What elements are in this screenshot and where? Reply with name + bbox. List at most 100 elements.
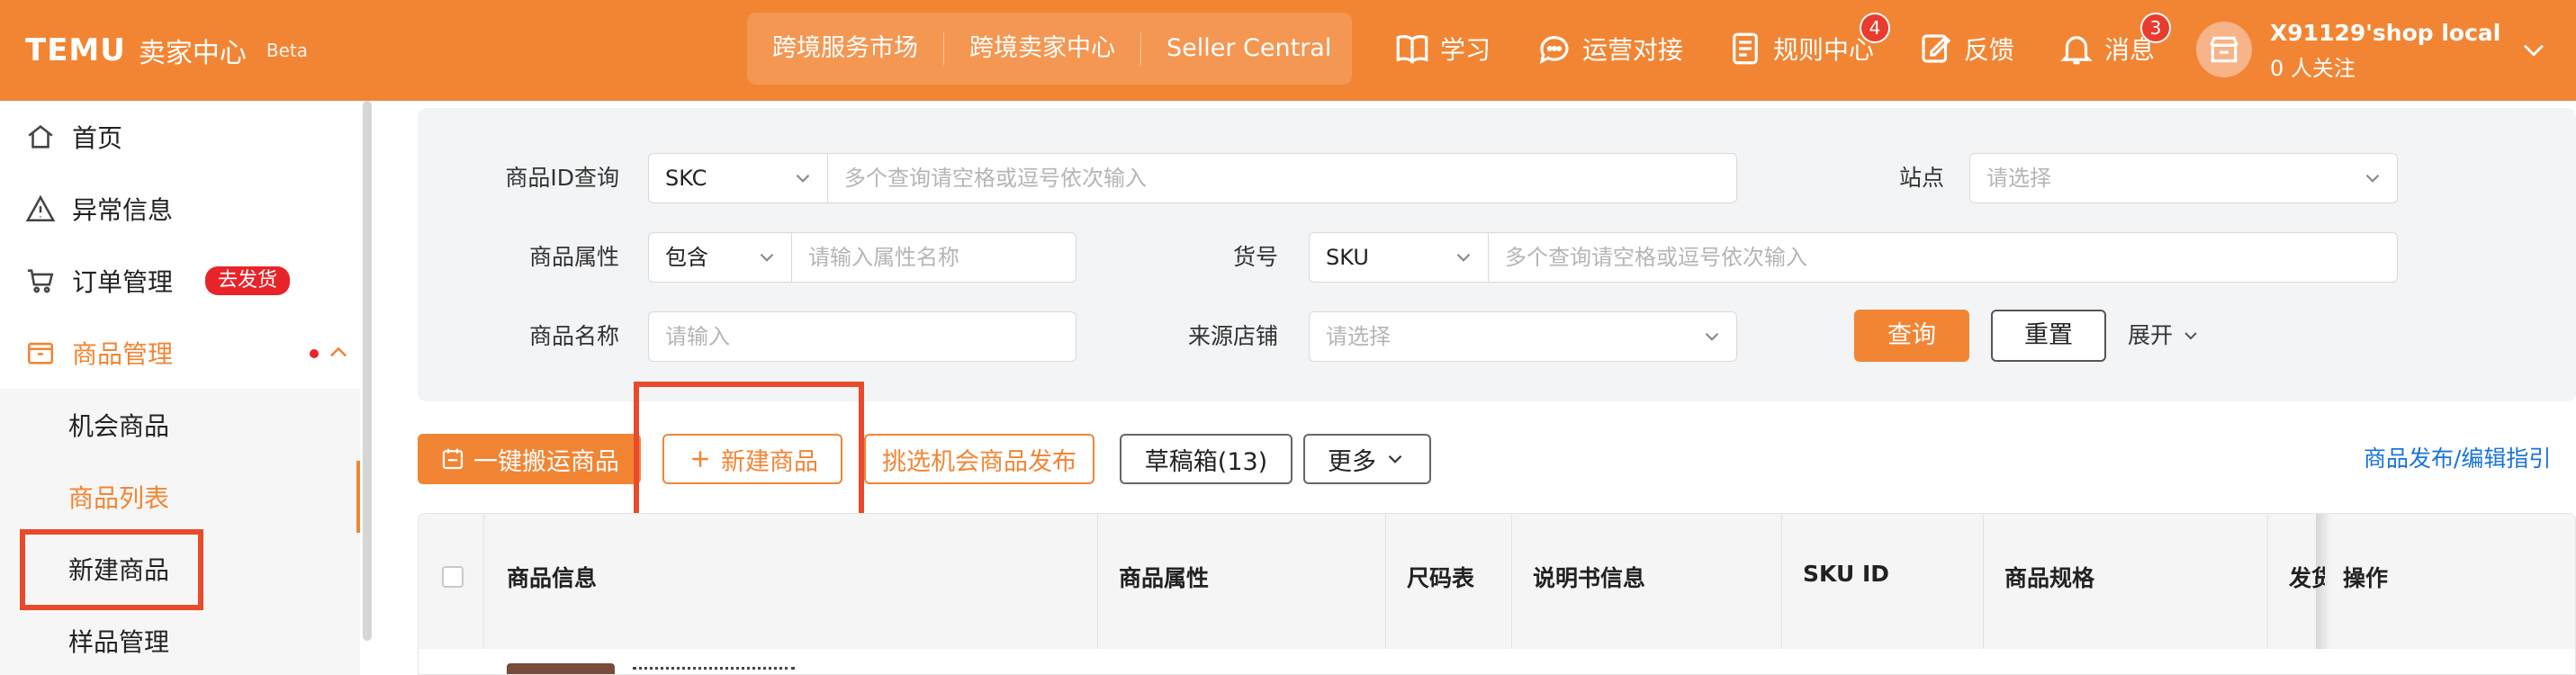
col-manual-info: 说明书信息	[1533, 565, 1646, 591]
to-ship-badge: 去发货	[205, 266, 291, 295]
shop-avatar[interactable]	[2196, 22, 2252, 77]
logo[interactable]: TEMU 卖家中心 Beta	[25, 27, 308, 74]
column-divider	[2267, 514, 2268, 649]
notification-dot	[310, 349, 319, 358]
product-id-type-select[interactable]: SKC	[648, 153, 828, 203]
sidebar-item-product-list[interactable]: 商品列表	[0, 461, 360, 533]
sidebar-item-opportunity-products[interactable]: 机会商品	[0, 389, 360, 461]
table-header	[419, 514, 2575, 649]
source-shop-placeholder: 请选择	[1326, 324, 1391, 349]
sidebar-item-sample-management[interactable]: 样品管理	[0, 605, 360, 675]
col-product-info: 商品信息	[507, 565, 598, 591]
sidebar-item-label: 商品管理	[72, 339, 174, 369]
column-divider	[1781, 514, 1782, 649]
portal-service-market[interactable]: 跨境服务市场	[747, 32, 943, 65]
portal-seller-central[interactable]: Seller Central	[1140, 32, 1356, 65]
column-divider	[1097, 514, 1098, 649]
reset-button[interactable]: 重置	[1991, 310, 2106, 362]
chevron-down-icon	[796, 174, 810, 183]
sidebar-scrollbar[interactable]	[363, 101, 372, 641]
sku-input[interactable]	[1489, 232, 2398, 283]
sidebar-item-home[interactable]: 首页	[0, 101, 360, 173]
attr-label: 商品属性	[528, 244, 619, 270]
logo-beta-tag: Beta	[266, 40, 308, 61]
edit-icon	[1922, 34, 1951, 63]
attr-mode-value: 包含	[665, 245, 708, 270]
cart-icon	[27, 269, 54, 293]
warning-icon	[25, 194, 56, 222]
chevron-up-icon[interactable]	[326, 340, 351, 365]
chevron-down-icon	[1705, 332, 1719, 341]
attr-mode-select[interactable]: 包含	[648, 232, 792, 283]
sku-type-value: SKU	[1326, 245, 1369, 270]
column-divider	[1385, 514, 1386, 649]
shop-icon	[2210, 36, 2238, 63]
expand-label: 展开	[2128, 322, 2174, 348]
name-input[interactable]	[648, 311, 1076, 362]
attr-input[interactable]	[792, 232, 1076, 283]
home-icon	[28, 125, 53, 148]
book-icon	[1396, 35, 1428, 64]
nav-rules[interactable]: 规则中心 4	[1726, 13, 1890, 76]
sidebar-item-label: 样品管理	[68, 627, 170, 657]
one-click-move-button[interactable]: 一键搬运商品	[418, 434, 641, 484]
nav-messages[interactable]: 消息 3	[2058, 13, 2171, 76]
nav-feedback[interactable]: 反馈	[1917, 22, 2014, 76]
chat-icon	[1539, 36, 1569, 64]
col-size-chart: 尺码表	[1407, 565, 1475, 591]
sidebar-item-orders[interactable]: 订单管理 去发货	[0, 245, 360, 317]
query-button[interactable]: 查询	[1854, 310, 1969, 362]
col-product-spec: 商品规格	[2004, 565, 2095, 591]
active-indicator	[356, 461, 360, 533]
nav-ops[interactable]: 运营对接	[1536, 22, 1683, 76]
site-placeholder: 请选择	[1986, 166, 2051, 191]
product-title-text	[633, 667, 795, 674]
site-select[interactable]: 请选择	[1969, 153, 2398, 203]
col-operations: 操作	[2343, 565, 2389, 591]
nav-feedback-label: 反馈	[1964, 35, 2015, 65]
messages-count-badge: 3	[2140, 13, 2171, 43]
sku-type-select[interactable]: SKU	[1309, 232, 1489, 283]
sidebar-item-label: 商品列表	[68, 483, 170, 513]
publish-guide-link[interactable]: 商品发布/编辑指引	[2364, 441, 2551, 473]
sidebar-item-label: 异常信息	[72, 195, 174, 225]
source-shop-label: 来源店铺	[1187, 323, 1278, 349]
sidebar-item-exceptions[interactable]: 异常信息	[0, 173, 360, 245]
document-icon	[1733, 32, 1758, 65]
sidebar-item-label: 首页	[72, 123, 123, 153]
col-product-attr: 商品属性	[1119, 565, 1210, 591]
sidebar-item-product-management[interactable]: 商品管理	[0, 317, 360, 389]
sidebar: 首页 异常信息 订单管理 去发货 商品管理 机会商品 商品列表 新建商品 样品管…	[0, 101, 374, 675]
product-id-label: 商品ID查询	[505, 165, 619, 191]
portal-switcher: 跨境服务市场 跨境卖家中心 Seller Central	[747, 13, 1352, 85]
product-id-type-value: SKC	[665, 166, 707, 191]
highlight-box-sidebar	[20, 529, 203, 610]
name-label: 商品名称	[528, 323, 619, 349]
bell-icon	[2060, 36, 2093, 65]
nav-rules-label: 规则中心	[1773, 35, 1875, 65]
product-box-icon	[27, 342, 54, 364]
one-click-move-label: 一键搬运商品	[473, 447, 619, 476]
drafts-button[interactable]: 草稿箱(13)	[1120, 434, 1293, 484]
move-icon	[442, 448, 464, 470]
pick-opportunity-publish-button[interactable]: 挑选机会商品发布	[864, 434, 1094, 484]
product-id-input[interactable]	[828, 153, 1737, 203]
chevron-down-icon	[1388, 454, 1402, 464]
column-divider	[1983, 514, 1984, 649]
nav-study-label: 学习	[1440, 35, 1491, 65]
select-all-checkbox[interactable]	[442, 566, 464, 588]
nav-ops-label: 运营对接	[1582, 35, 1684, 65]
chevron-down-icon[interactable]	[2518, 34, 2549, 65]
chevron-down-icon	[2365, 174, 2380, 183]
expand-filters-link[interactable]: 展开	[2128, 310, 2202, 362]
portal-seller-center[interactable]: 跨境卖家中心	[943, 32, 1140, 65]
col-sku-id: SKU ID	[1803, 561, 1889, 587]
product-thumbnail[interactable]	[507, 663, 615, 674]
source-shop-select[interactable]: 请选择	[1309, 311, 1737, 362]
shop-name[interactable]: X91129'shop local	[2270, 20, 2500, 46]
more-button[interactable]: 更多	[1303, 434, 1431, 484]
chevron-down-icon	[760, 253, 774, 262]
nav-study[interactable]: 学习	[1393, 22, 1491, 76]
rules-count-badge: 4	[1860, 13, 1890, 43]
product-table: 商品信息 商品属性 尺码表 说明书信息 SKU ID 商品规格 发货 操作	[418, 513, 2576, 675]
